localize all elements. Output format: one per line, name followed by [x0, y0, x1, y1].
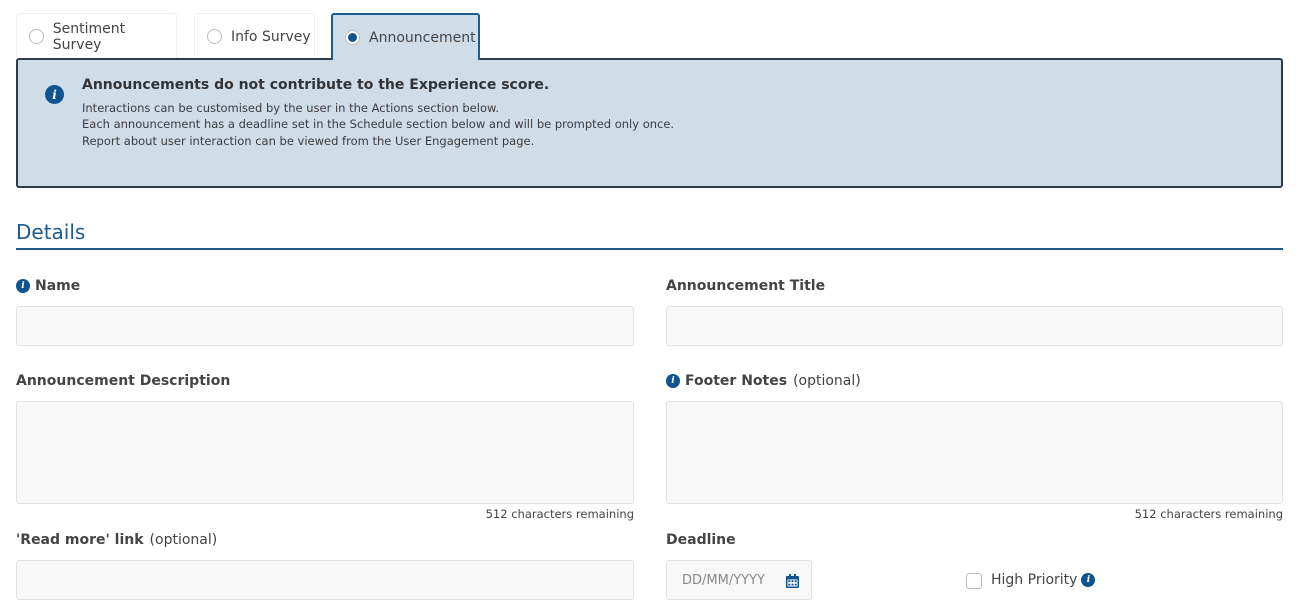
banner-line: Report about user interaction can be vie… [82, 133, 535, 148]
radio-selected-dot [348, 33, 357, 42]
info-icon[interactable]: i [1081, 573, 1096, 587]
announcement-title-label: Announcement Title [666, 278, 825, 294]
calendar-icon[interactable] [786, 574, 799, 588]
high-priority-label-text: High Priority [991, 572, 1078, 588]
banner-body: Interactions can be customised by the us… [82, 100, 674, 149]
name-label: i Name [16, 278, 80, 294]
name-input[interactable] [16, 306, 634, 346]
description-label-text: Announcement Description [16, 373, 231, 389]
tab-info-survey[interactable]: Info Survey [194, 13, 315, 59]
footer-notes-label-text: Footer Notes [685, 373, 788, 389]
read-more-label: 'Read more' link (optional) [16, 532, 217, 548]
radio-announcement[interactable] [345, 30, 360, 45]
banner-line: Interactions can be customised by the us… [82, 101, 499, 115]
banner-line: Each announcement has a deadline set in … [82, 117, 675, 132]
announcement-title-label-text: Announcement Title [666, 278, 826, 294]
tab-label: Sentiment Survey [52, 20, 126, 53]
read-more-label-text: 'Read more' link [16, 532, 144, 548]
optional-tag: (optional) [793, 373, 861, 389]
section-title: Details [16, 220, 86, 244]
info-icon: i [45, 85, 64, 104]
high-priority-checkbox[interactable] [966, 573, 982, 589]
announcement-title-input[interactable] [666, 306, 1283, 346]
deadline-label-text: Deadline [666, 532, 736, 548]
deadline-label: Deadline [666, 532, 736, 548]
tab-announcement[interactable]: Announcement [331, 13, 480, 60]
tab-label: Info Survey [231, 28, 311, 45]
name-label-text: Name [35, 278, 81, 294]
high-priority-label: High Priority i [991, 572, 1096, 588]
optional-tag: (optional) [149, 532, 218, 548]
info-banner: i Announcements do not contribute to the… [16, 58, 1283, 188]
deadline-date-input[interactable]: DD/MM/YYYY [666, 560, 812, 600]
radio-info-survey[interactable] [207, 29, 222, 44]
footer-notes-textarea[interactable] [666, 401, 1283, 504]
section-divider [16, 248, 1283, 250]
read-more-input[interactable] [16, 560, 634, 600]
description-label: Announcement Description [16, 373, 230, 389]
radio-sentiment-survey[interactable] [29, 29, 44, 44]
footer-notes-label: i Footer Notes (optional) [666, 373, 861, 389]
banner-title: Announcements do not contribute to the E… [82, 77, 550, 93]
info-icon[interactable]: i [16, 279, 30, 293]
info-icon[interactable]: i [666, 374, 680, 388]
date-placeholder: DD/MM/YYYY [682, 572, 765, 588]
tab-label: Announcement [369, 29, 476, 46]
description-char-count: 512 characters remaining [485, 507, 634, 521]
tab-sentiment-survey[interactable]: Sentiment Survey [16, 13, 177, 59]
footer-notes-char-count: 512 characters remaining [1134, 507, 1283, 521]
description-textarea[interactable] [16, 401, 634, 504]
